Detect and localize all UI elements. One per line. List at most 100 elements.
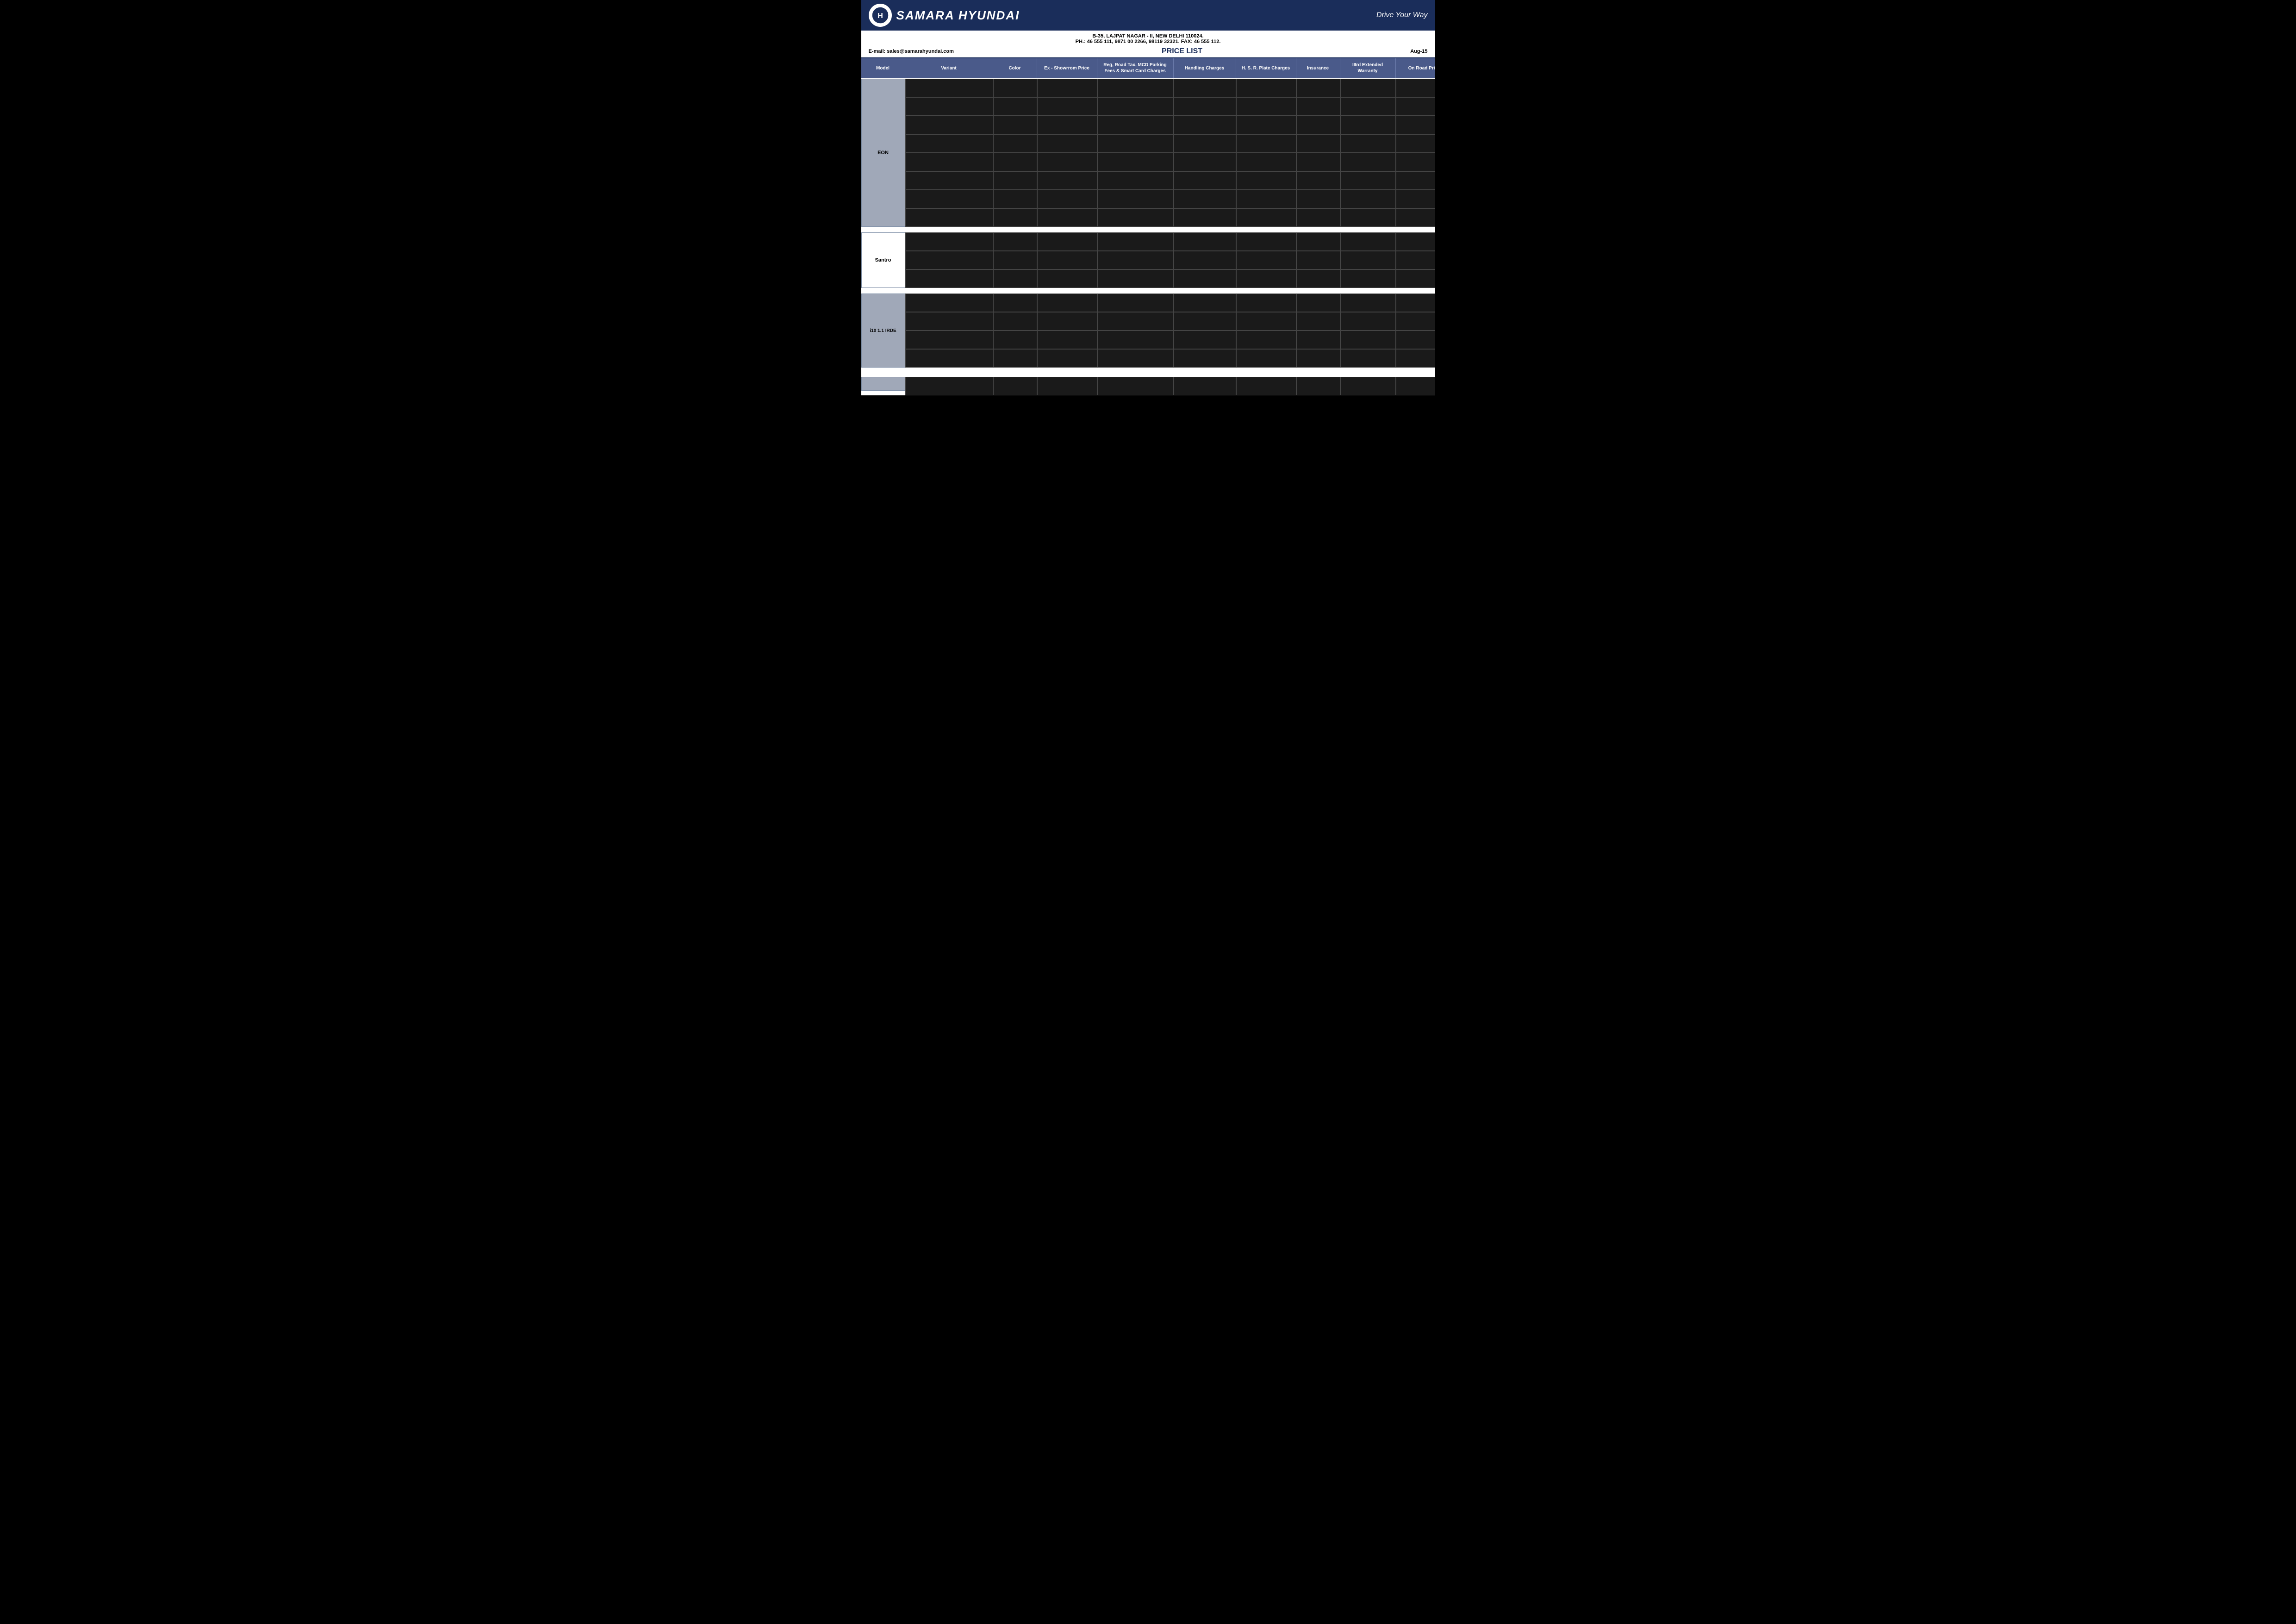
table-row: [1236, 377, 1296, 395]
table-row: [1174, 331, 1236, 349]
table-row: [1097, 190, 1174, 208]
table-row: [993, 171, 1037, 190]
table-row: [905, 294, 993, 312]
table-row: [1296, 208, 1340, 227]
table-row: [1037, 269, 1097, 288]
col-color: Color: [993, 58, 1037, 78]
table-row: [1296, 294, 1340, 312]
price-table: Model Variant Color Ex - Showrrom Price …: [861, 58, 1435, 395]
table-row: [1396, 312, 1435, 331]
table-row: [1097, 97, 1174, 116]
table-row: [1236, 153, 1296, 171]
table-row: [1296, 134, 1340, 153]
table-row: [1296, 349, 1340, 368]
table-row: [993, 269, 1037, 288]
table-row: [1037, 331, 1097, 349]
table-row: [1396, 294, 1435, 312]
table-row: [1396, 251, 1435, 269]
table-row: [1097, 134, 1174, 153]
table-row: [1174, 79, 1236, 97]
table-row: [1236, 190, 1296, 208]
table-header: Model Variant Color Ex - Showrrom Price …: [861, 58, 1435, 79]
table-row: [1340, 232, 1396, 251]
table-row: [1340, 377, 1396, 395]
table-row: [1037, 294, 1097, 312]
table-row: [1037, 349, 1097, 368]
header-top: H SAMARA HYUNDAI Drive Your Way: [861, 0, 1435, 31]
table-row: [905, 251, 993, 269]
table-row: [905, 116, 993, 134]
logo-icon: H: [869, 4, 892, 27]
col-insurance: Insurance: [1296, 58, 1340, 78]
table-row: [1097, 377, 1174, 395]
table-row: [1340, 269, 1396, 288]
model-santro: Santro: [861, 232, 905, 288]
table-row: [993, 116, 1037, 134]
table-row: [905, 79, 993, 97]
table-row: [1296, 269, 1340, 288]
tagline: Drive Your Way: [1376, 11, 1428, 19]
table-row: [1174, 97, 1236, 116]
col-on-road: On Road Pricee: [1396, 58, 1435, 78]
table-row: [1097, 349, 1174, 368]
table-row: [1097, 153, 1174, 171]
table-row: [1236, 349, 1296, 368]
table-row: [1340, 251, 1396, 269]
table-row: [1097, 208, 1174, 227]
table-row: [1174, 116, 1236, 134]
page: H SAMARA HYUNDAI Drive Your Way B-35, LA…: [861, 0, 1435, 395]
table-row: [1236, 134, 1296, 153]
table-row: [1174, 190, 1236, 208]
table-row: [1340, 134, 1396, 153]
table-row: [1097, 171, 1174, 190]
table-row: [993, 134, 1037, 153]
table-row: [1340, 97, 1396, 116]
table-row: [1340, 294, 1396, 312]
table-row: [1037, 171, 1097, 190]
table-row: [993, 251, 1037, 269]
model-empty: [861, 377, 905, 391]
table-row: [1037, 97, 1097, 116]
table-row: [1396, 269, 1435, 288]
table-row: [1236, 294, 1296, 312]
table-row: [1296, 251, 1340, 269]
table-row: [1396, 97, 1435, 116]
table-row: [1097, 312, 1174, 331]
svg-text:H: H: [877, 12, 883, 20]
table-row: [993, 79, 1037, 97]
table-row: [905, 349, 993, 368]
table-row: [905, 190, 993, 208]
table-row: [1236, 312, 1296, 331]
table-row: [905, 153, 993, 171]
table-row: [1174, 232, 1236, 251]
table-row: [1296, 377, 1340, 395]
table-row: [1396, 377, 1435, 395]
model-eon: EON: [861, 79, 905, 227]
table-row: [1296, 232, 1340, 251]
table-row: [1296, 171, 1340, 190]
table-row: [1236, 79, 1296, 97]
table-row: [1236, 251, 1296, 269]
table-row: [1396, 79, 1435, 97]
table-row: [1236, 269, 1296, 288]
table-row: [1037, 232, 1097, 251]
table-row: [993, 208, 1037, 227]
col-reg-road-tax: Reg, Road Tax, MCD Parking Fees & Smart …: [1097, 58, 1174, 78]
table-row: [1037, 377, 1097, 395]
table-row: [1174, 251, 1236, 269]
date-text: Aug-15: [1410, 49, 1427, 54]
table-row: [1340, 208, 1396, 227]
table-row: [1174, 269, 1236, 288]
table-row: [1296, 331, 1340, 349]
table-row: [1340, 190, 1396, 208]
table-row: [1340, 171, 1396, 190]
table-row: [1296, 190, 1340, 208]
table-row: [905, 208, 993, 227]
address-line1: B-35, LAJPAT NAGAR - II, NEW DELHI 11002…: [861, 31, 1435, 45]
model-i10: i10 1.1 IRDE: [861, 294, 905, 368]
table-row: [993, 349, 1037, 368]
table-row: [1236, 232, 1296, 251]
col-model: Model: [861, 58, 905, 78]
col-handling: Handling Charges: [1174, 58, 1236, 78]
separator-1: [861, 227, 1435, 232]
